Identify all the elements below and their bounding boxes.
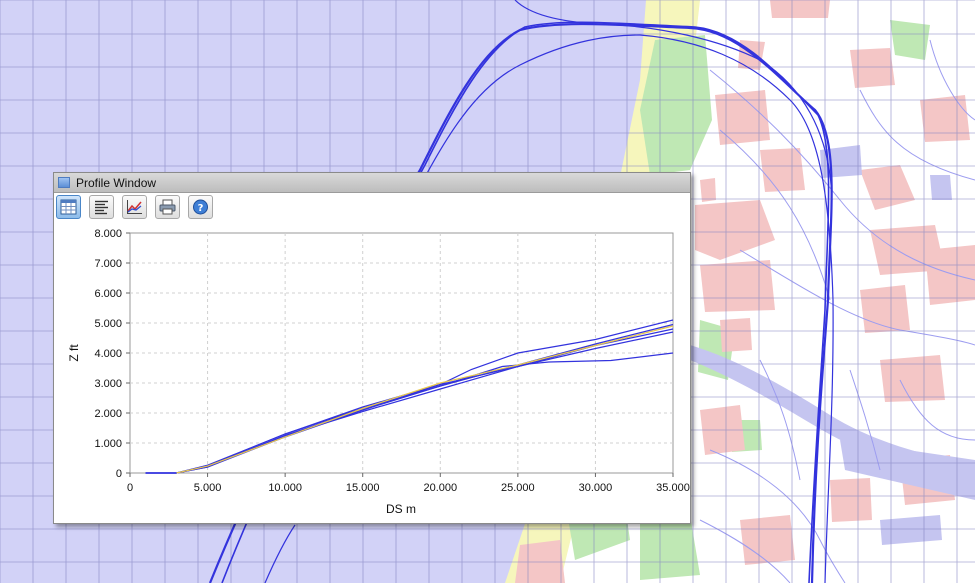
chart-view-button[interactable] [122, 195, 147, 219]
window-title: Profile Window [76, 176, 157, 190]
x-tick-label: 10.000 [268, 482, 302, 494]
help-icon: ? [193, 199, 208, 215]
y-tick-label: 3.000 [94, 378, 122, 390]
text-view-button[interactable] [89, 195, 114, 219]
x-tick-label: 20.000 [423, 482, 457, 494]
print-button[interactable] [155, 195, 180, 219]
y-tick-label: 6.000 [94, 288, 122, 300]
window-icon [58, 177, 70, 188]
x-tick-label: 35.000 [656, 482, 690, 494]
toolbar: ? [54, 193, 690, 223]
y-tick-label: 7.000 [94, 258, 122, 270]
table-icon [60, 199, 77, 215]
x-tick-label: 0 [127, 482, 133, 494]
text-lines-icon [95, 200, 108, 215]
x-tick-label: 25.000 [501, 482, 535, 494]
title-bar[interactable]: Profile Window [54, 173, 690, 193]
y-tick-label: 5.000 [94, 318, 122, 330]
x-tick-label: 5.000 [194, 482, 222, 494]
line-chart-icon [127, 200, 142, 214]
svg-text:?: ? [198, 203, 204, 214]
y-tick-label: 2.000 [94, 408, 122, 420]
y-tick-label: 1.000 [94, 438, 122, 450]
x-tick-label: 15.000 [346, 482, 380, 494]
y-tick-label: 4.000 [94, 348, 122, 360]
y-tick-label: 8.000 [94, 228, 122, 240]
y-axis-label: Z ft [67, 344, 81, 362]
y-tick-label: 0 [116, 468, 122, 480]
x-tick-label: 30.000 [579, 482, 613, 494]
profile-chart[interactable]: 0 5.000 10.000 15.000 20.000 25.000 30.000 35.0… [54, 223, 690, 523]
x-axis-label: DS m [386, 502, 416, 516]
table-view-button[interactable] [56, 195, 81, 219]
printer-icon [159, 199, 176, 215]
help-button[interactable]: ? [188, 195, 213, 219]
profile-window[interactable]: Profile Window ? 0 5.000 10.000 15.000 2… [53, 172, 691, 524]
